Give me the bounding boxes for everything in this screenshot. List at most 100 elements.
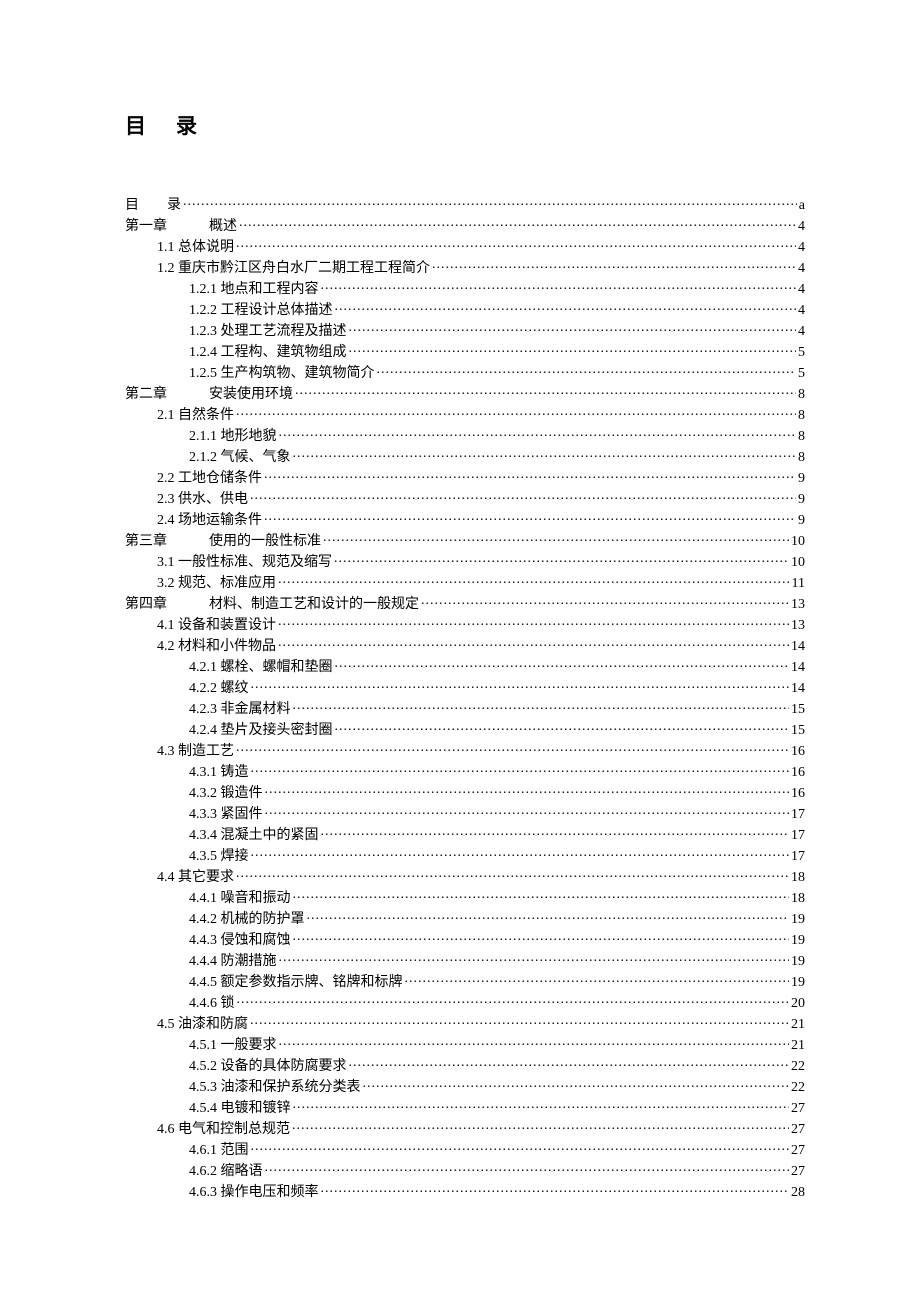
toc-label: 2.1.1 地形地貌 xyxy=(189,426,277,447)
toc-label: 4.4 其它要求 xyxy=(157,867,234,888)
toc-leader-dots xyxy=(405,972,790,986)
toc-leader-dots xyxy=(251,846,790,860)
toc-page-number: 4 xyxy=(798,237,805,258)
toc-entry: 4.5.1 一般要求21 xyxy=(125,1035,805,1056)
toc-label: 4.3.3 紧固件 xyxy=(189,804,263,825)
toc-page-number: 8 xyxy=(798,405,805,426)
toc-label: 4.2.1 螺栓、螺帽和垫圈 xyxy=(189,657,333,678)
toc-page-number: 17 xyxy=(791,846,805,867)
toc-leader-dots xyxy=(295,384,796,398)
toc-label: 1.2.5 生产构筑物、建筑物简介 xyxy=(189,363,375,384)
toc-page-number: 10 xyxy=(791,552,805,573)
toc-leader-dots xyxy=(363,1077,790,1091)
toc-leader-dots xyxy=(335,300,797,314)
toc-page-number: 21 xyxy=(791,1035,805,1056)
toc-leader-dots xyxy=(349,321,797,335)
toc-leader-dots xyxy=(321,1182,790,1196)
toc-leader-dots xyxy=(349,1056,790,1070)
toc-label: 2.1.2 气候、气象 xyxy=(189,447,291,468)
toc-entry: 4.6.2 缩略语 27 xyxy=(125,1161,805,1182)
toc-entry: 4.6 电气和控制总规范27 xyxy=(125,1119,805,1140)
table-of-contents: 目 录a第一章 概述41.1 总体说明41.2 重庆市黔江区舟白水厂二期工程工程… xyxy=(125,195,805,1203)
title-char-1: 目 xyxy=(125,114,148,138)
toc-entry: 4.4.6 锁20 xyxy=(125,993,805,1014)
toc-page-number: 11 xyxy=(792,573,805,594)
toc-label: 1.2.3 处理工艺流程及描述 xyxy=(189,321,347,342)
toc-page-number: 18 xyxy=(791,867,805,888)
toc-page-number: 15 xyxy=(791,699,805,720)
toc-entry: 第四章 材料、制造工艺和设计的一般规定13 xyxy=(125,594,805,615)
toc-leader-dots xyxy=(432,258,796,272)
toc-leader-dots xyxy=(264,510,796,524)
toc-leader-dots xyxy=(278,615,789,629)
toc-entry: 目 录a xyxy=(125,195,805,216)
toc-label: 4.3.2 锻造件 xyxy=(189,783,263,804)
toc-leader-dots xyxy=(293,888,790,902)
toc-page-number: 5 xyxy=(798,342,805,363)
toc-label: 4.4.5 额定参数指示牌、铭牌和标牌 xyxy=(189,972,403,993)
toc-label: 4.4.3 侵蚀和腐蚀 xyxy=(189,930,291,951)
toc-entry: 4.4.1 噪音和振动18 xyxy=(125,888,805,909)
toc-entry: 2.4 场地运输条件9 xyxy=(125,510,805,531)
toc-label: 第四章 材料、制造工艺和设计的一般规定 xyxy=(125,594,419,615)
toc-entry: 4.4.4 防潮措施19 xyxy=(125,951,805,972)
toc-leader-dots xyxy=(321,279,797,293)
toc-leader-dots xyxy=(335,720,790,734)
toc-entry: 4.3.1 铸造 16 xyxy=(125,762,805,783)
toc-entry: 4.4.2 机械的防护罩19 xyxy=(125,909,805,930)
toc-label: 4.5.2 设备的具体防腐要求 xyxy=(189,1056,347,1077)
toc-leader-dots xyxy=(335,657,790,671)
toc-label: 1.2.2 工程设计总体描述 xyxy=(189,300,333,321)
toc-page-number: 4 xyxy=(798,321,805,342)
toc-page-number: 18 xyxy=(791,888,805,909)
toc-entry: 2.2 工地仓储条件9 xyxy=(125,468,805,489)
toc-entry: 第三章 使用的一般性标准10 xyxy=(125,531,805,552)
toc-leader-dots xyxy=(265,804,790,818)
toc-label: 1.2.4 工程构、建筑物组成 xyxy=(189,342,347,363)
toc-leader-dots xyxy=(377,363,797,377)
toc-entry: 4.5.2 设备的具体防腐要求 22 xyxy=(125,1056,805,1077)
toc-entry: 1.2.4 工程构、建筑物组成 5 xyxy=(125,342,805,363)
toc-page-number: a xyxy=(799,195,805,216)
toc-label: 4.3.1 铸造 xyxy=(189,762,249,783)
toc-label: 4.2.2 螺纹 xyxy=(189,678,249,699)
toc-label: 4.3.5 焊接 xyxy=(189,846,249,867)
toc-entry: 4.2.1 螺栓、螺帽和垫圈14 xyxy=(125,657,805,678)
toc-label: 4.6.2 缩略语 xyxy=(189,1161,263,1182)
toc-entry: 4.3.5 焊接 17 xyxy=(125,846,805,867)
toc-leader-dots xyxy=(250,1014,789,1028)
toc-label: 2.4 场地运输条件 xyxy=(157,510,262,531)
toc-entry: 4.2.3 非金属材料15 xyxy=(125,699,805,720)
toc-label: 4.1 设备和装置设计 xyxy=(157,615,276,636)
toc-leader-dots xyxy=(236,237,796,251)
toc-page-number: 4 xyxy=(798,216,805,237)
toc-leader-dots xyxy=(236,405,796,419)
toc-label: 2.1 自然条件 xyxy=(157,405,234,426)
toc-leader-dots xyxy=(251,762,790,776)
toc-label: 4.5 油漆和防腐 xyxy=(157,1014,248,1035)
toc-leader-dots xyxy=(292,1119,789,1133)
toc-leader-dots xyxy=(251,1140,790,1154)
toc-entry: 4.3.2 锻造件16 xyxy=(125,783,805,804)
toc-page-number: 16 xyxy=(791,762,805,783)
toc-page-number: 22 xyxy=(791,1077,805,1098)
toc-leader-dots xyxy=(278,573,790,587)
toc-page-number: 28 xyxy=(791,1182,805,1203)
toc-leader-dots xyxy=(279,1035,790,1049)
toc-label: 4.3.4 混凝土中的紧固 xyxy=(189,825,319,846)
toc-label: 2.2 工地仓储条件 xyxy=(157,468,262,489)
toc-page-number: 22 xyxy=(791,1056,805,1077)
toc-leader-dots xyxy=(251,678,790,692)
toc-leader-dots xyxy=(278,636,789,650)
toc-page-number: 19 xyxy=(791,909,805,930)
toc-page-number: 27 xyxy=(791,1140,805,1161)
toc-leader-dots xyxy=(323,531,789,545)
toc-entry: 4.3 制造工艺16 xyxy=(125,741,805,762)
toc-entry: 3.1 一般性标准、规范及缩写10 xyxy=(125,552,805,573)
toc-page-number: 27 xyxy=(791,1098,805,1119)
toc-entry: 4.6.1 范围27 xyxy=(125,1140,805,1161)
toc-leader-dots xyxy=(250,489,796,503)
toc-entry: 4.2.2 螺纹14 xyxy=(125,678,805,699)
toc-leader-dots xyxy=(279,426,797,440)
toc-page-number: 27 xyxy=(791,1161,805,1182)
